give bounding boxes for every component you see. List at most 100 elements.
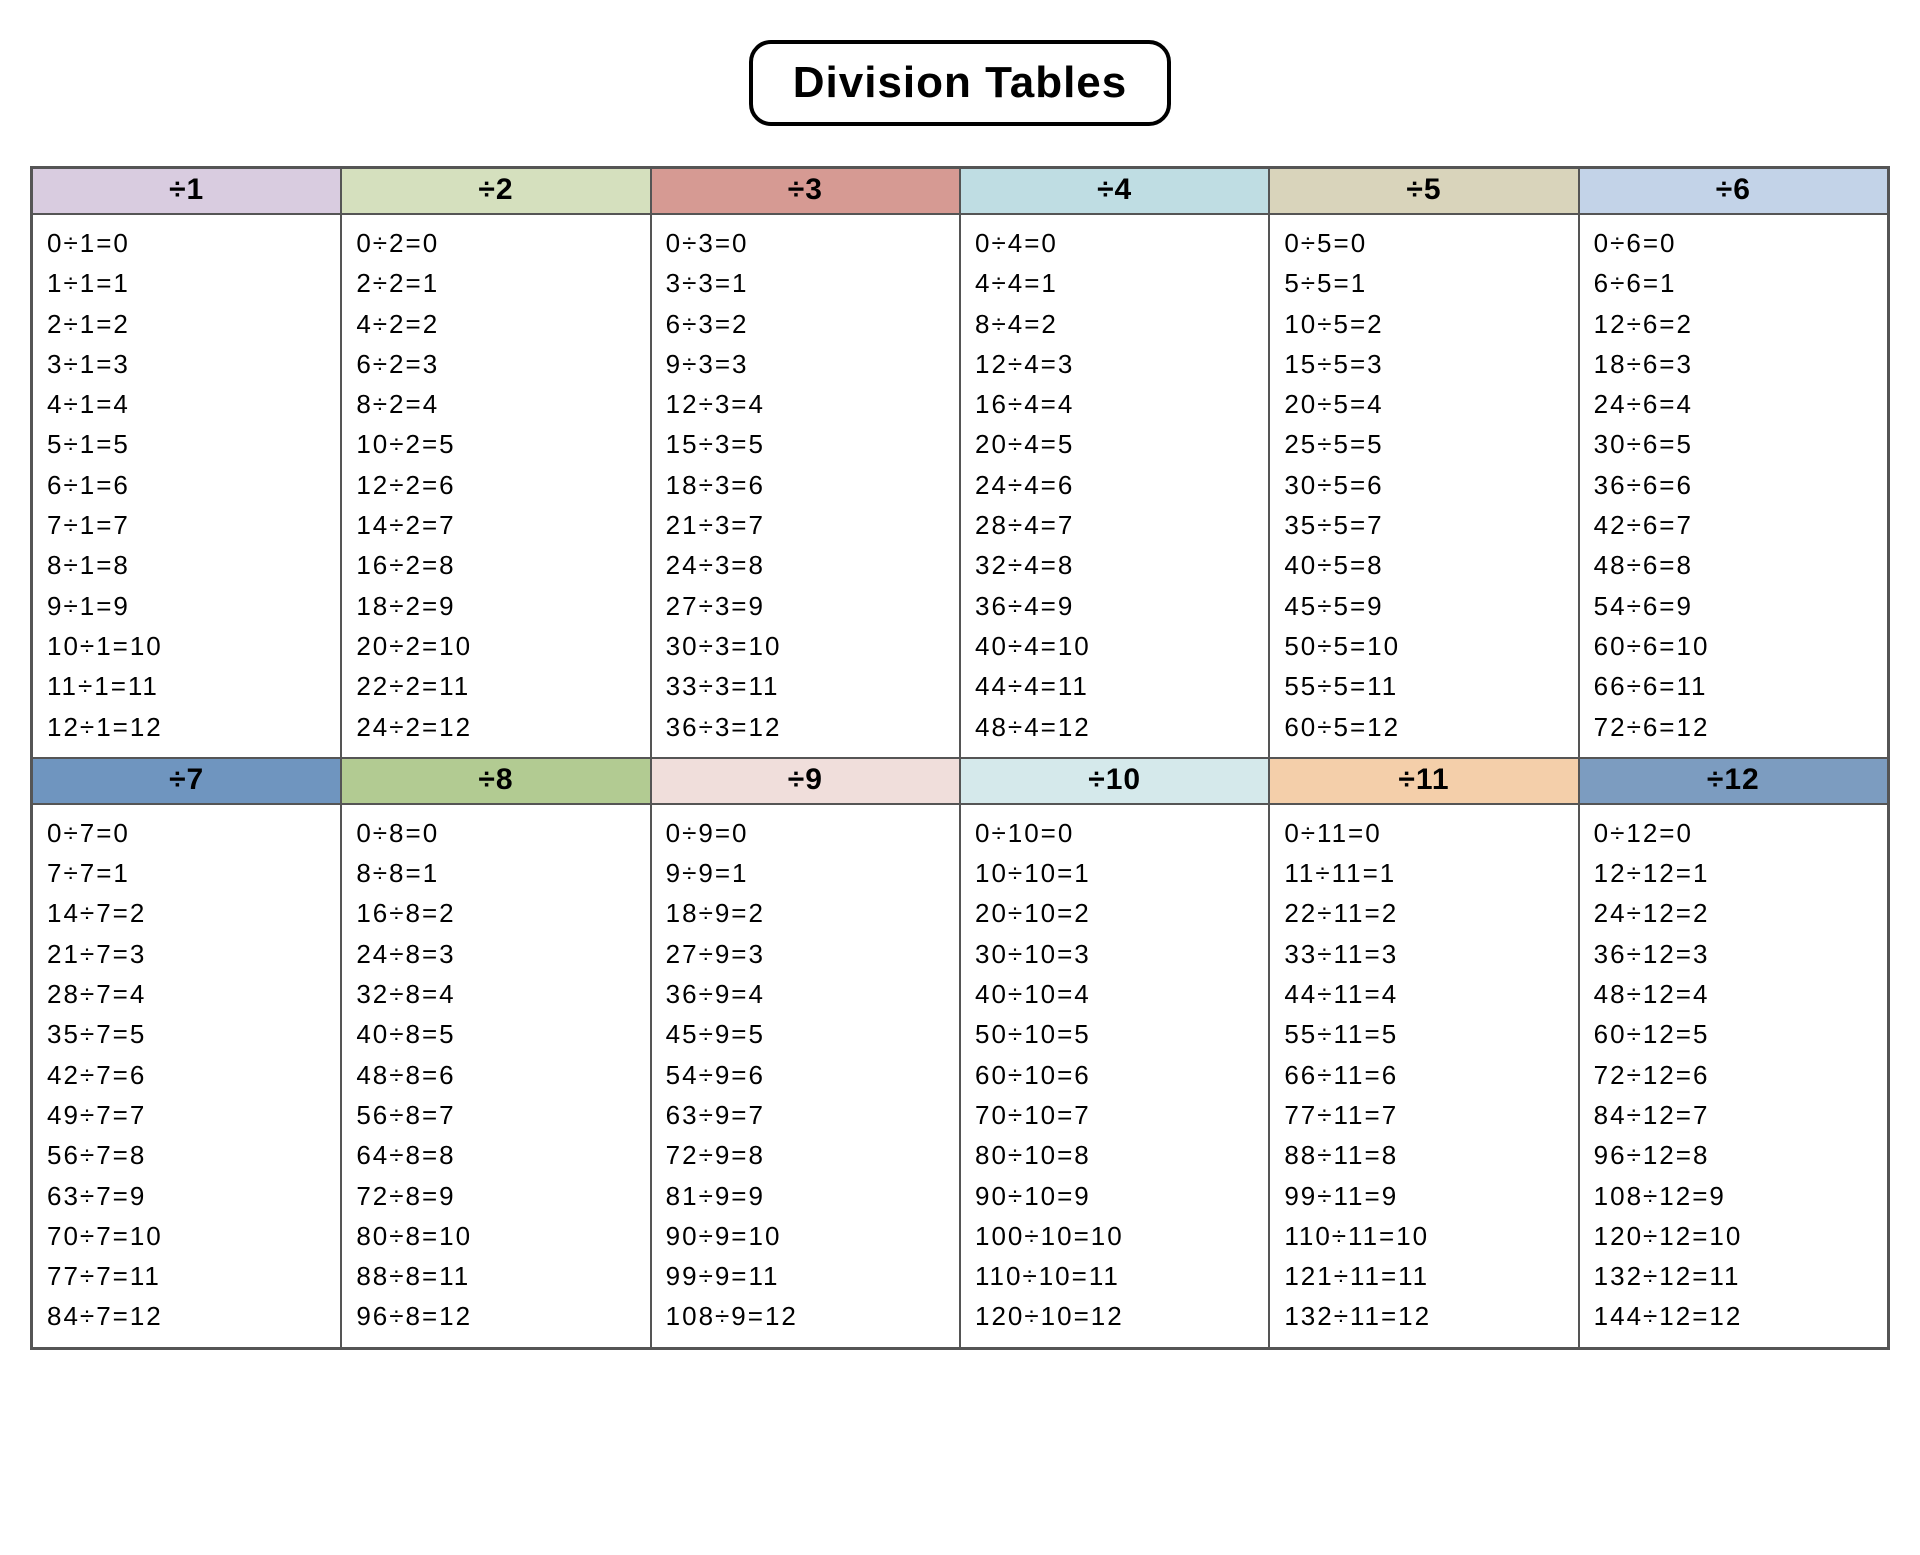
equation: 11÷1=11 <box>47 666 326 706</box>
equation: 96÷8=12 <box>356 1296 635 1336</box>
column-body-div5: 0÷5=05÷5=110÷5=215÷5=320÷5=425÷5=530÷5=6… <box>1269 214 1578 758</box>
column-header-div12: ÷12 <box>1579 758 1888 804</box>
equation: 108÷9=12 <box>666 1296 945 1336</box>
equation: 96÷12=8 <box>1594 1135 1873 1175</box>
column-header-div9: ÷9 <box>651 758 960 804</box>
equation: 60÷6=10 <box>1594 626 1873 666</box>
column-header-div7: ÷7 <box>32 758 341 804</box>
equation: 6÷1=6 <box>47 465 326 505</box>
column-body-div3: 0÷3=03÷3=16÷3=29÷3=312÷3=415÷3=518÷3=621… <box>651 214 960 758</box>
equation: 110÷10=11 <box>975 1256 1254 1296</box>
equation: 99÷9=11 <box>666 1256 945 1296</box>
equation: 4÷2=2 <box>356 304 635 344</box>
equation: 18÷2=9 <box>356 586 635 626</box>
equation: 7÷1=7 <box>47 505 326 545</box>
equation: 16÷4=4 <box>975 384 1254 424</box>
equation: 24÷12=2 <box>1594 893 1873 933</box>
equation: 16÷8=2 <box>356 893 635 933</box>
equation: 50÷10=5 <box>975 1014 1254 1054</box>
equation: 27÷9=3 <box>666 934 945 974</box>
column-header-div3: ÷3 <box>651 168 960 214</box>
equation: 22÷2=11 <box>356 666 635 706</box>
column-header-div1: ÷1 <box>32 168 341 214</box>
equation: 8÷1=8 <box>47 545 326 585</box>
equation: 45÷9=5 <box>666 1014 945 1054</box>
equation: 54÷6=9 <box>1594 586 1873 626</box>
equation: 0÷9=0 <box>666 813 945 853</box>
equation: 7÷7=1 <box>47 853 326 893</box>
equation: 6÷2=3 <box>356 344 635 384</box>
equation: 88÷8=11 <box>356 1256 635 1296</box>
equation: 63÷7=9 <box>47 1176 326 1216</box>
equation: 0÷3=0 <box>666 223 945 263</box>
equation: 48÷6=8 <box>1594 545 1873 585</box>
equation: 44÷11=4 <box>1284 974 1563 1014</box>
equation: 18÷9=2 <box>666 893 945 933</box>
equation: 77÷7=11 <box>47 1256 326 1296</box>
column-header-div8: ÷8 <box>341 758 650 804</box>
equation: 110÷11=10 <box>1284 1216 1563 1256</box>
equation: 9÷1=9 <box>47 586 326 626</box>
equation: 20÷4=5 <box>975 424 1254 464</box>
equation: 16÷2=8 <box>356 545 635 585</box>
equation: 5÷1=5 <box>47 424 326 464</box>
equation: 28÷7=4 <box>47 974 326 1014</box>
equation: 24÷6=4 <box>1594 384 1873 424</box>
equation: 121÷11=11 <box>1284 1256 1563 1296</box>
equation: 10÷1=10 <box>47 626 326 666</box>
equation: 18÷3=6 <box>666 465 945 505</box>
equation: 72÷12=6 <box>1594 1055 1873 1095</box>
equation: 40÷8=5 <box>356 1014 635 1054</box>
column-body-div8: 0÷8=08÷8=116÷8=224÷8=332÷8=440÷8=548÷8=6… <box>341 804 650 1348</box>
equation: 88÷11=8 <box>1284 1135 1563 1175</box>
equation: 32÷8=4 <box>356 974 635 1014</box>
equation: 30÷5=6 <box>1284 465 1563 505</box>
equation: 6÷3=2 <box>666 304 945 344</box>
equation: 6÷6=1 <box>1594 263 1873 303</box>
equation: 48÷4=12 <box>975 707 1254 747</box>
equation: 63÷9=7 <box>666 1095 945 1135</box>
equation: 84÷7=12 <box>47 1296 326 1336</box>
equation: 72÷9=8 <box>666 1135 945 1175</box>
equation: 36÷4=9 <box>975 586 1254 626</box>
column-header-div11: ÷11 <box>1269 758 1578 804</box>
equation: 66÷11=6 <box>1284 1055 1563 1095</box>
equation: 20÷5=4 <box>1284 384 1563 424</box>
equation: 0÷8=0 <box>356 813 635 853</box>
equation: 30÷10=3 <box>975 934 1254 974</box>
equation: 48÷8=6 <box>356 1055 635 1095</box>
equation: 35÷7=5 <box>47 1014 326 1054</box>
equation: 0÷2=0 <box>356 223 635 263</box>
equation: 25÷5=5 <box>1284 424 1563 464</box>
equation: 42÷7=6 <box>47 1055 326 1095</box>
equation: 8÷2=4 <box>356 384 635 424</box>
equation: 60÷10=6 <box>975 1055 1254 1095</box>
equation: 27÷3=9 <box>666 586 945 626</box>
equation: 22÷11=2 <box>1284 893 1563 933</box>
equation: 32÷4=8 <box>975 545 1254 585</box>
equation: 72÷8=9 <box>356 1176 635 1216</box>
equation: 80÷10=8 <box>975 1135 1254 1175</box>
equation: 36÷3=12 <box>666 707 945 747</box>
equation: 132÷11=12 <box>1284 1296 1563 1336</box>
equation: 144÷12=12 <box>1594 1296 1873 1336</box>
equation: 36÷12=3 <box>1594 934 1873 974</box>
column-body-div6: 0÷6=06÷6=112÷6=218÷6=324÷6=430÷6=536÷6=6… <box>1579 214 1888 758</box>
column-body-div10: 0÷10=010÷10=120÷10=230÷10=340÷10=450÷10=… <box>960 804 1269 1348</box>
equation: 99÷11=9 <box>1284 1176 1563 1216</box>
equation: 100÷10=10 <box>975 1216 1254 1256</box>
equation: 70÷10=7 <box>975 1095 1254 1135</box>
column-header-div6: ÷6 <box>1579 168 1888 214</box>
equation: 1÷1=1 <box>47 263 326 303</box>
equation: 3÷1=3 <box>47 344 326 384</box>
equation: 45÷5=9 <box>1284 586 1563 626</box>
equation: 0÷6=0 <box>1594 223 1873 263</box>
equation: 10÷10=1 <box>975 853 1254 893</box>
column-header-div5: ÷5 <box>1269 168 1578 214</box>
column-body-div7: 0÷7=07÷7=114÷7=221÷7=328÷7=435÷7=542÷7=6… <box>32 804 341 1348</box>
equation: 24÷3=8 <box>666 545 945 585</box>
column-body-div2: 0÷2=02÷2=14÷2=26÷2=38÷2=410÷2=512÷2=614÷… <box>341 214 650 758</box>
equation: 0÷12=0 <box>1594 813 1873 853</box>
equation: 28÷4=7 <box>975 505 1254 545</box>
equation: 2÷2=1 <box>356 263 635 303</box>
